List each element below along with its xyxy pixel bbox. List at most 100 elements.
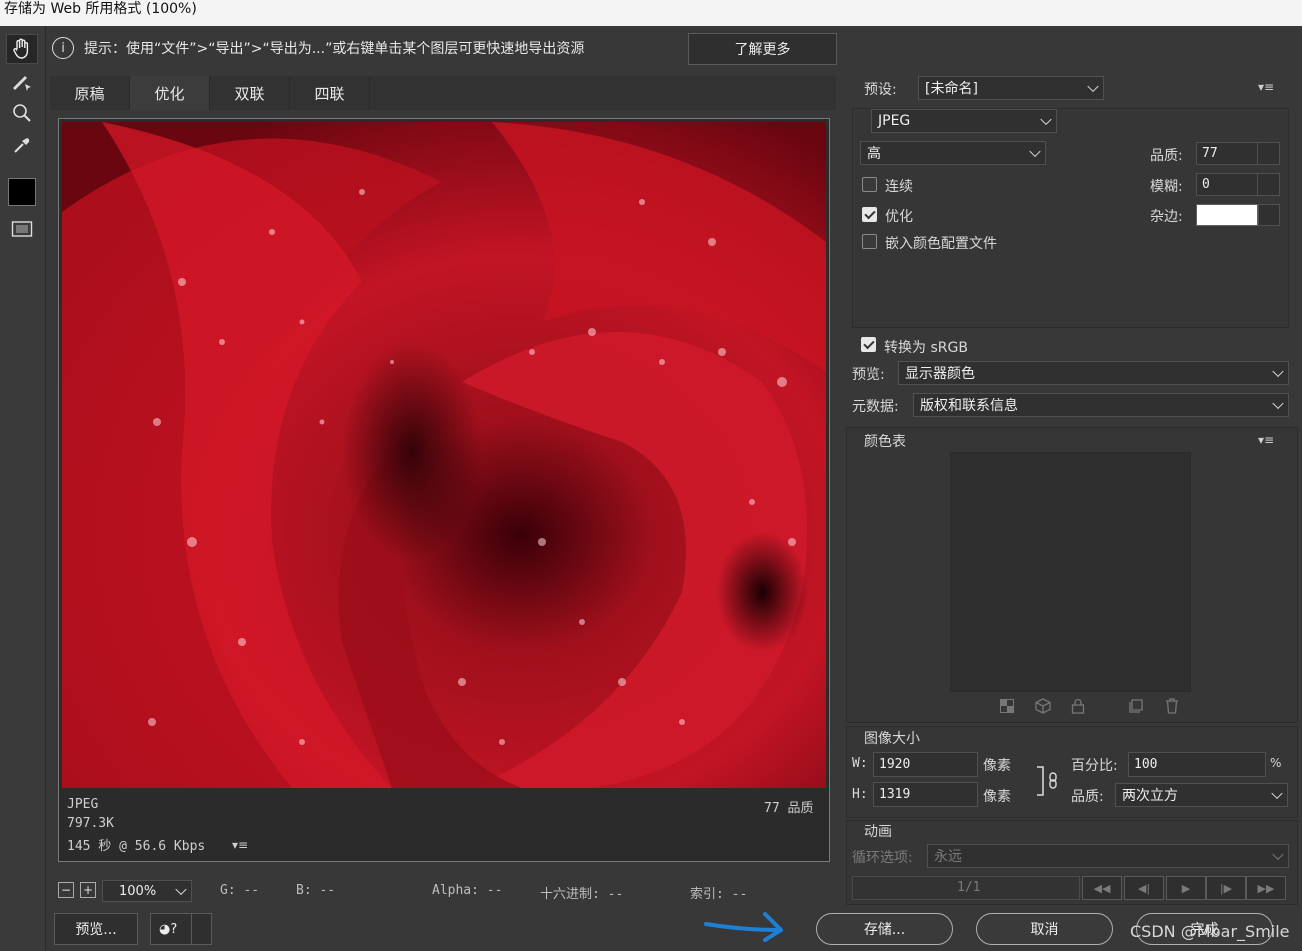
- first-frame-button[interactable]: ◀◀: [1082, 876, 1122, 900]
- learn-more-button[interactable]: 了解更多: [688, 33, 837, 65]
- color-table-swatches[interactable]: [950, 452, 1191, 692]
- tab-original[interactable]: 原稿: [50, 76, 130, 110]
- previous-frame-button[interactable]: ◀|: [1124, 876, 1164, 900]
- tool-panel: [0, 26, 46, 951]
- status-index: 索引: --: [690, 887, 748, 902]
- hint-text: 提示：使用“文件”>“导出”>“导出为...”或右键单击某个图层可更快速地导出资…: [84, 41, 585, 57]
- map-transparency-icon[interactable]: [1000, 699, 1014, 717]
- browser-select[interactable]: ◕?: [150, 913, 212, 945]
- tab-2-up[interactable]: 双联: [210, 76, 290, 110]
- last-frame-button[interactable]: ▶▶: [1246, 876, 1286, 900]
- matte-label: 杂边:: [1150, 209, 1183, 225]
- progressive-label: 连续: [885, 179, 913, 195]
- zoom-value: 100%: [119, 883, 157, 899]
- loop-options-value: 永远: [934, 849, 962, 865]
- color-table-title: 颜色表: [864, 434, 906, 450]
- blur-dropdown[interactable]: [1257, 174, 1279, 195]
- tab-4-up[interactable]: 四联: [290, 76, 370, 110]
- next-frame-button[interactable]: |▶: [1206, 876, 1246, 900]
- blur-value: 0: [1202, 177, 1210, 192]
- height-value: 1319: [879, 787, 911, 802]
- eyedropper-color-swatch[interactable]: [8, 178, 36, 206]
- new-color-icon[interactable]: [1129, 699, 1143, 717]
- constrain-proportions-link-icon[interactable]: [1035, 764, 1061, 802]
- zoom-tool-icon[interactable]: [6, 98, 38, 128]
- optimized-label: 优化: [885, 209, 913, 225]
- metadata-value: 版权和联系信息: [920, 398, 1018, 414]
- status-alpha: Alpha: --: [432, 883, 503, 898]
- annotation-arrow: [703, 908, 785, 946]
- preview-value: 显示器颜色: [905, 366, 975, 382]
- loop-options-select[interactable]: 永远: [927, 844, 1289, 868]
- progressive-checkbox[interactable]: [862, 177, 877, 192]
- image-info-menu-icon[interactable]: ▾≡: [232, 838, 248, 852]
- width-input[interactable]: 1920: [873, 752, 978, 777]
- optimized-checkbox[interactable]: [862, 207, 877, 222]
- hand-tool-icon[interactable]: [6, 34, 38, 64]
- image-size-info: 797.3K: [67, 816, 114, 831]
- zoom-in-button[interactable]: +: [80, 882, 96, 898]
- web-shift-cube-icon[interactable]: [1035, 698, 1051, 718]
- status-hex: 十六进制: --: [540, 887, 624, 902]
- image-quality-info: 77 品质: [764, 801, 814, 816]
- loop-options-label: 循环选项:: [852, 850, 913, 866]
- tab-optimized[interactable]: 优化: [130, 76, 210, 110]
- preset-select[interactable]: [未命名]: [918, 76, 1104, 100]
- toggle-slices-icon[interactable]: [6, 214, 38, 244]
- window-title-bar: 存储为 Web 所用格式 (100%): [0, 0, 1302, 26]
- quality-level-select[interactable]: 高: [860, 141, 1046, 165]
- resample-quality-select[interactable]: 两次立方: [1115, 783, 1288, 807]
- image-size-title: 图像大小: [864, 731, 920, 747]
- eyedropper-tool-icon[interactable]: [6, 130, 38, 160]
- metadata-select[interactable]: 版权和联系信息: [913, 393, 1289, 417]
- percent-input[interactable]: 100: [1128, 752, 1266, 777]
- preview-label: 预览:: [852, 367, 885, 383]
- percent-value: 100: [1134, 757, 1158, 772]
- preset-menu-icon[interactable]: ▾≡: [1258, 80, 1274, 94]
- convert-srgb-checkbox[interactable]: [861, 337, 876, 352]
- width-unit: 像素: [983, 758, 1011, 774]
- quality-level-value: 高: [867, 146, 881, 162]
- quality-dropdown[interactable]: [1257, 143, 1279, 164]
- resample-quality-label: 品质:: [1071, 789, 1104, 805]
- cancel-button[interactable]: 取消: [976, 913, 1113, 945]
- convert-srgb-label: 转换为 sRGB: [884, 340, 968, 356]
- save-button[interactable]: 存储...: [816, 913, 953, 945]
- delete-color-icon[interactable]: [1165, 698, 1179, 718]
- preview-image[interactable]: [62, 122, 826, 788]
- quality-label: 品质:: [1150, 148, 1183, 164]
- preset-value: [未命名]: [925, 81, 978, 97]
- animation-title: 动画: [864, 824, 892, 840]
- embed-profile-checkbox[interactable]: [862, 234, 877, 249]
- blur-input[interactable]: 0: [1196, 173, 1280, 196]
- matte-dropdown[interactable]: [1258, 204, 1280, 226]
- image-format-info: JPEG: [67, 797, 99, 812]
- window-title: 存储为 Web 所用格式 (100%): [4, 1, 197, 17]
- lock-color-icon[interactable]: [1071, 698, 1085, 718]
- height-unit: 像素: [983, 789, 1011, 805]
- zoom-select[interactable]: 100%: [102, 880, 192, 902]
- height-label: H:: [852, 787, 868, 802]
- percent-label: 百分比:: [1071, 758, 1118, 774]
- zoom-out-button[interactable]: −: [58, 882, 74, 898]
- embed-profile-label: 嵌入颜色配置文件: [885, 236, 997, 252]
- slice-select-tool-icon[interactable]: [6, 68, 38, 98]
- width-label: W:: [852, 756, 868, 771]
- matte-color-swatch[interactable]: [1196, 204, 1258, 226]
- format-select[interactable]: JPEG: [871, 109, 1057, 133]
- blur-label: 模糊:: [1150, 179, 1183, 195]
- quality-input[interactable]: 77: [1196, 142, 1280, 165]
- play-button[interactable]: ▶: [1166, 876, 1206, 900]
- browser-dropdown[interactable]: [191, 914, 211, 944]
- status-blue: B: --: [296, 883, 336, 898]
- preview-select[interactable]: 显示器颜色: [898, 361, 1289, 385]
- preset-label: 预设:: [864, 82, 897, 98]
- metadata-label: 元数据:: [852, 399, 899, 415]
- height-input[interactable]: 1319: [873, 782, 978, 807]
- image-download-time: 145 秒 @ 56.6 Kbps: [67, 839, 206, 854]
- quality-value: 77: [1202, 146, 1218, 161]
- preview-in-browser-button[interactable]: 预览...: [54, 913, 138, 945]
- status-green: G: --: [220, 883, 260, 898]
- color-table-menu-icon[interactable]: ▾≡: [1258, 433, 1274, 447]
- frame-counter: 1/1: [957, 880, 981, 895]
